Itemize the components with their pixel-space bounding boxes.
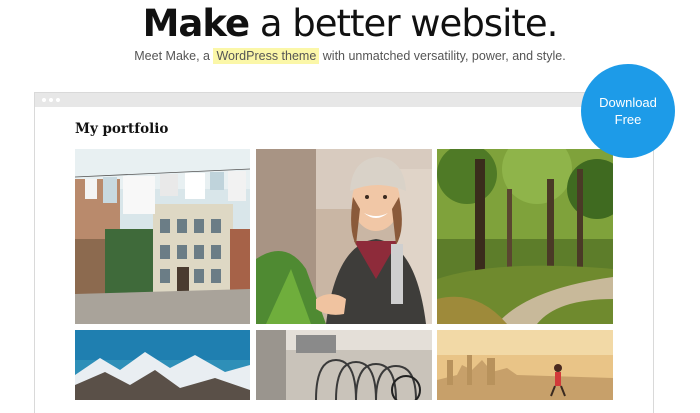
- photo-woman-beanie[interactable]: [256, 149, 432, 324]
- hero-title: Make a better website.: [0, 2, 700, 46]
- window-dot-icon: [56, 98, 60, 102]
- snowy-mountains-image: [75, 330, 250, 400]
- download-button-line1: Download: [599, 95, 657, 110]
- photo-bicycle-rack[interactable]: [256, 330, 432, 400]
- bicycle-rack-image: [256, 330, 432, 400]
- subtitle-text-after: with unmatched versatility, power, and s…: [322, 49, 566, 63]
- subtitle-text-before: Meet Make, a: [134, 49, 210, 63]
- hero-title-rest: a better website.: [259, 2, 559, 45]
- photo-runner-sunset[interactable]: [437, 330, 613, 400]
- photo-forest-path[interactable]: [437, 149, 613, 324]
- download-button-line2: Free: [614, 112, 642, 127]
- browser-mockup: My portfolio: [34, 92, 654, 413]
- browser-titlebar: [35, 93, 653, 107]
- window-dot-icon: [49, 98, 53, 102]
- photo-snowy-mountains[interactable]: [75, 330, 250, 400]
- hero-subtitle: Meet Make, a WordPress theme with unmatc…: [0, 48, 700, 64]
- subtitle-highlight: WordPress theme: [213, 48, 320, 64]
- forest-path-image: [437, 149, 613, 324]
- photo-street-laundry[interactable]: [75, 149, 250, 324]
- window-dot-icon: [42, 98, 46, 102]
- woman-beanie-image: [256, 149, 432, 324]
- portfolio-title: My portfolio: [75, 121, 169, 137]
- street-laundry-image: [75, 149, 250, 324]
- download-free-button[interactable]: Download Free: [581, 64, 675, 158]
- runner-sunset-image: [437, 330, 613, 400]
- hero-title-bold: Make: [142, 2, 250, 45]
